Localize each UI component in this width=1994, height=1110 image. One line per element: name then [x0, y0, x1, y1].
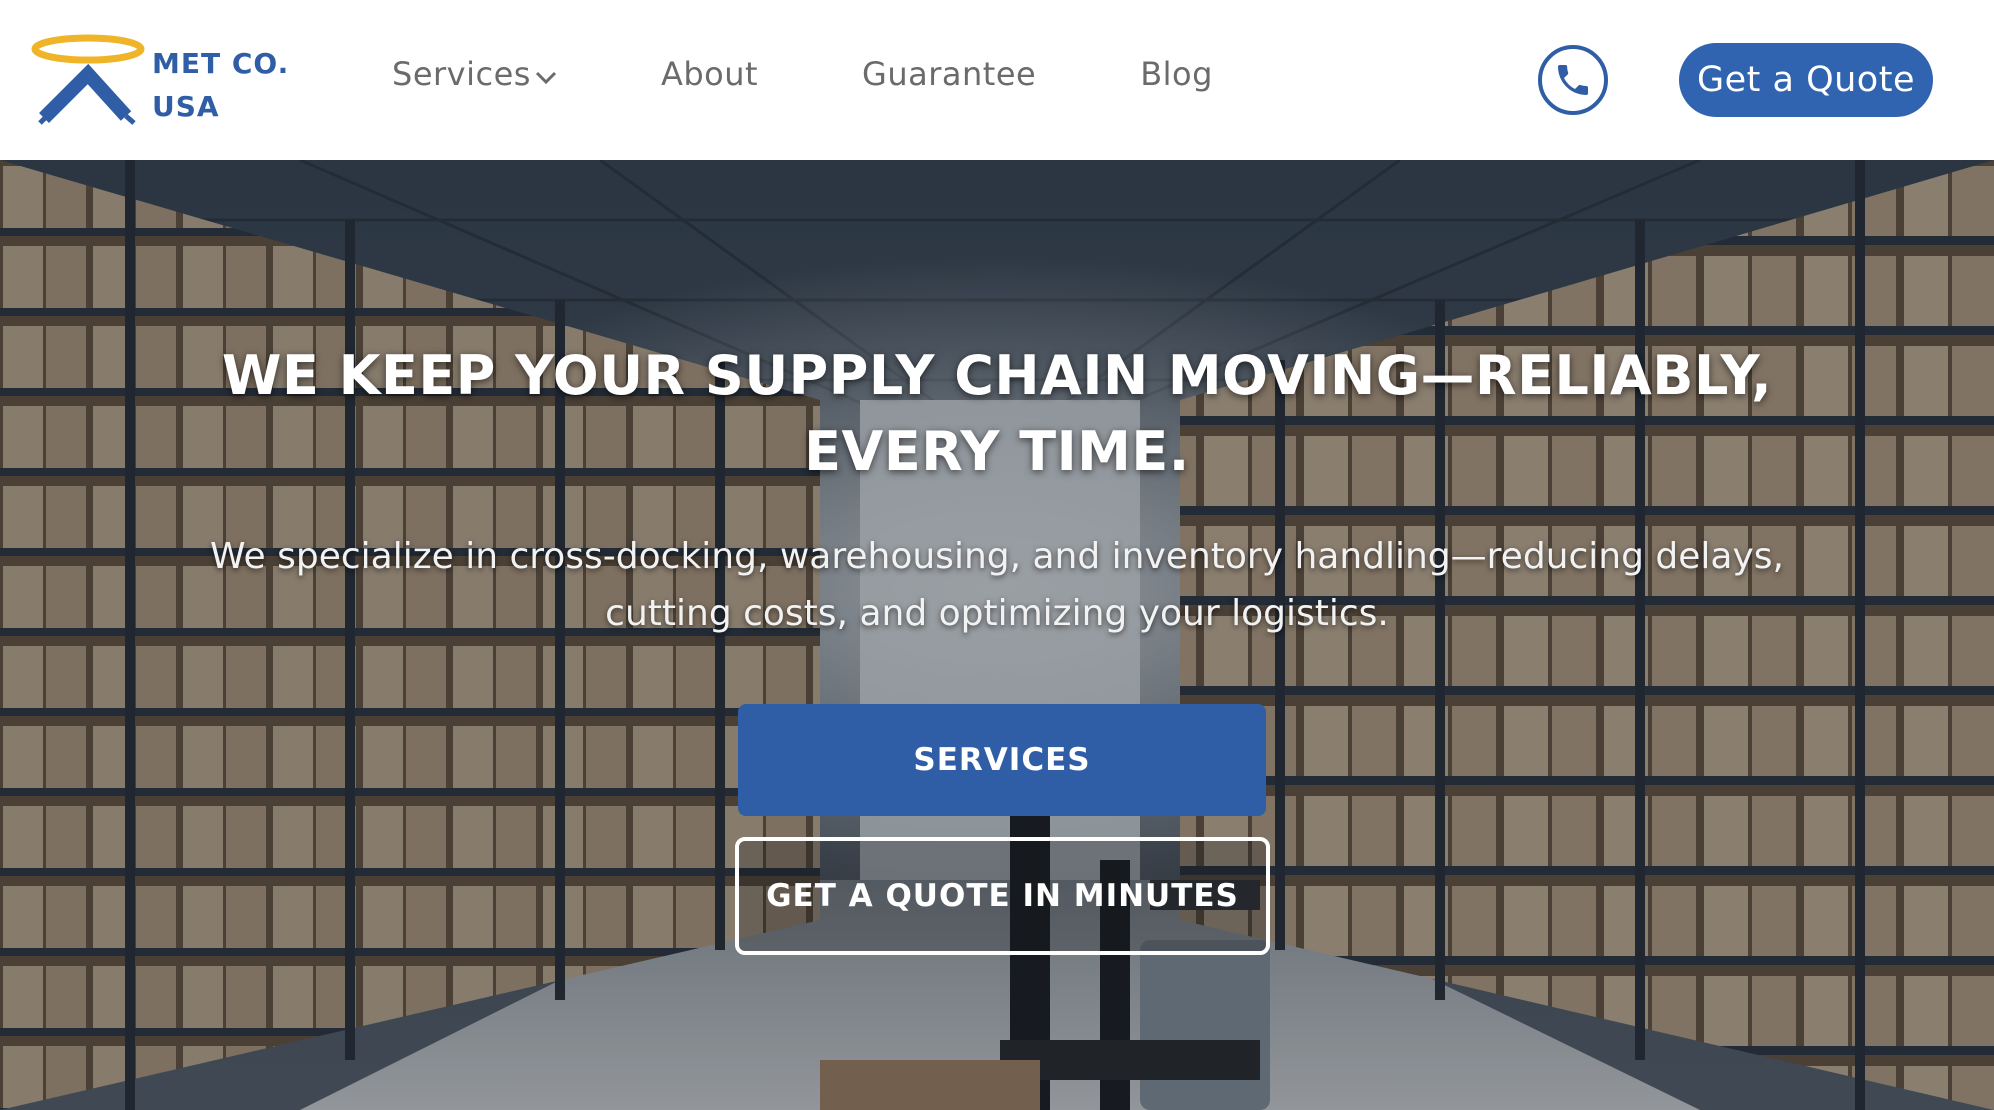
- quote-in-minutes-button[interactable]: GET A QUOTE IN MINUTES: [735, 837, 1270, 955]
- hero-section: WE KEEP YOUR SUPPLY CHAIN MOVING—RELIABL…: [0, 160, 1994, 1110]
- nav-item-services[interactable]: Services: [392, 55, 557, 93]
- services-button[interactable]: SERVICES: [738, 704, 1266, 816]
- brand-line-2: USA: [152, 90, 220, 123]
- hero-title: WE KEEP YOUR SUPPLY CHAIN MOVING—RELIABL…: [221, 344, 1773, 483]
- nav-item-label: About: [660, 55, 759, 93]
- site-header: MET CO. USA Services About Guarantee Blo…: [0, 0, 1994, 160]
- halo-roof-logo-icon: [31, 34, 145, 125]
- phone-button[interactable]: [1538, 45, 1608, 115]
- hero-subtitle: We specialize in cross-docking, warehous…: [210, 536, 1784, 634]
- nav-item-about[interactable]: About: [661, 55, 758, 93]
- main-nav: Services About Guarantee Blog: [392, 55, 1317, 93]
- nav-item-blog[interactable]: Blog: [1140, 55, 1213, 93]
- nav-item-label: Blog: [1140, 55, 1213, 93]
- nav-item-guarantee[interactable]: Guarantee: [862, 55, 1036, 93]
- nav-item-label: Guarantee: [862, 55, 1037, 93]
- brand-line-1: MET CO.: [152, 47, 290, 80]
- phone-icon: [1558, 65, 1588, 95]
- brand-name: MET CO. USA: [152, 42, 289, 128]
- nav-item-label: Services: [392, 55, 531, 93]
- get-quote-button[interactable]: Get a Quote: [1679, 43, 1933, 117]
- brand-logo[interactable]: MET CO. USA: [30, 30, 300, 130]
- chevron-down-icon: [535, 55, 557, 93]
